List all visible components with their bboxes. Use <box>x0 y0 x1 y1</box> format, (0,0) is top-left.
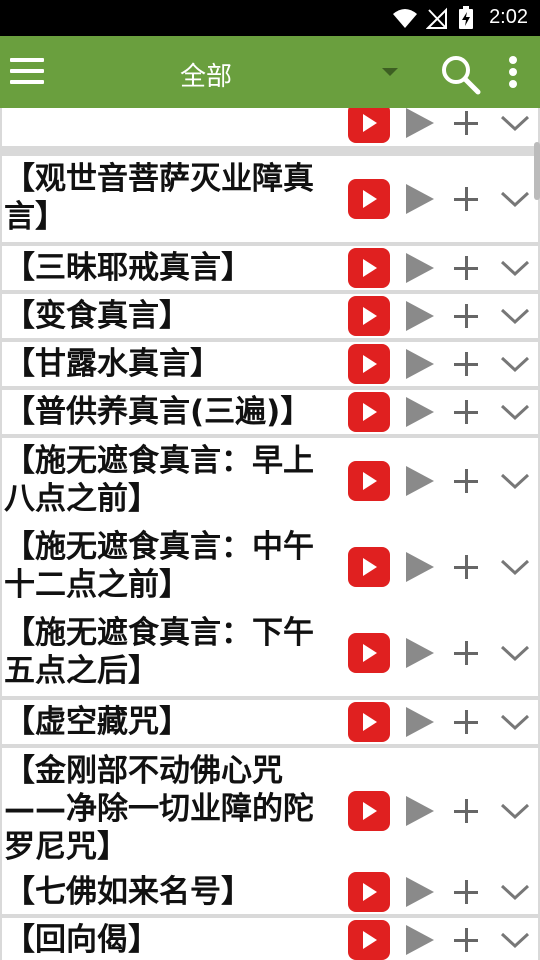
chevron-down-icon[interactable] <box>500 114 530 132</box>
youtube-play-icon[interactable] <box>348 344 390 384</box>
play-icon[interactable] <box>406 552 434 582</box>
play-icon[interactable] <box>406 108 434 138</box>
play-icon[interactable] <box>406 349 434 379</box>
play-icon[interactable] <box>406 638 434 668</box>
chevron-down-icon[interactable] <box>500 472 530 490</box>
chevron-down-icon[interactable] <box>500 190 530 208</box>
add-icon[interactable] <box>454 927 480 953</box>
add-icon[interactable] <box>454 110 480 136</box>
chevron-down-icon[interactable] <box>500 802 530 820</box>
status-bar: 2:02 <box>0 0 540 36</box>
play-icon[interactable] <box>406 707 434 737</box>
list-item[interactable]: 【七佛如来名号】 <box>2 870 538 914</box>
play-icon[interactable] <box>406 877 434 907</box>
list-item-label: 【施无遮食真言：中午十二点之前】 <box>4 529 314 603</box>
youtube-play-icon[interactable] <box>348 791 390 831</box>
play-icon[interactable] <box>406 184 434 214</box>
play-icon[interactable] <box>406 796 434 826</box>
chevron-down-icon[interactable] <box>500 355 530 373</box>
youtube-play-icon[interactable] <box>348 461 390 501</box>
list-item[interactable]: 【回向偈】 <box>2 918 538 960</box>
list-item-label: 【甘露水真言】 <box>4 346 221 382</box>
no-signal-icon <box>426 7 447 29</box>
youtube-play-icon[interactable] <box>348 702 390 742</box>
app-bar: 全部 <box>0 36 540 108</box>
list-item[interactable]: 【变食真言】 <box>2 294 538 338</box>
youtube-play-icon[interactable] <box>348 179 390 219</box>
play-icon[interactable] <box>406 466 434 496</box>
list-item[interactable]: 【金刚部不动佛心咒——净除一切业障的陀罗尼咒】 <box>2 748 538 874</box>
youtube-play-icon[interactable] <box>348 248 390 288</box>
scrollbar[interactable] <box>534 142 540 200</box>
add-icon[interactable] <box>454 351 480 377</box>
list-item[interactable]: 【普供养真言(三遍)】 <box>2 390 538 434</box>
list-item-label: 【七佛如来名号】 <box>4 874 252 910</box>
menu-icon[interactable] <box>10 58 44 86</box>
add-icon[interactable] <box>454 399 480 425</box>
category-dropdown[interactable]: 全部 <box>180 56 232 93</box>
add-icon[interactable] <box>454 303 480 329</box>
list-item[interactable]: 【三昧耶戒真言】 <box>2 246 538 290</box>
play-icon[interactable] <box>406 253 434 283</box>
list-item[interactable]: 【七佛灭罪真言】 <box>2 108 538 146</box>
add-icon[interactable] <box>454 640 480 666</box>
chant-list[interactable]: 【七佛灭罪真言】【观世音菩萨灭业障真言】【三昧耶戒真言】【变食真言】【甘露水真言… <box>0 108 540 960</box>
list-item-label: 【施无遮食真言：早上八点之前】 <box>4 443 314 517</box>
add-icon[interactable] <box>454 468 480 494</box>
search-icon[interactable] <box>438 52 482 96</box>
play-icon[interactable] <box>406 397 434 427</box>
chevron-down-icon[interactable] <box>500 558 530 576</box>
add-icon[interactable] <box>454 186 480 212</box>
chevron-down-icon[interactable] <box>500 307 530 325</box>
chevron-down-icon[interactable] <box>500 259 530 277</box>
list-item-label: 【虚空藏咒】 <box>4 704 190 740</box>
list-item-label: 【观世音菩萨灭业障真言】 <box>4 161 314 235</box>
add-icon[interactable] <box>454 255 480 281</box>
list-item[interactable]: 【甘露水真言】 <box>2 342 538 386</box>
chevron-down-icon[interactable] <box>500 644 530 662</box>
chevron-down-icon[interactable] <box>500 713 530 731</box>
add-icon[interactable] <box>454 554 480 580</box>
more-options-icon[interactable] <box>507 56 519 92</box>
youtube-play-icon[interactable] <box>348 392 390 432</box>
play-icon[interactable] <box>406 301 434 331</box>
chevron-down-icon[interactable] <box>500 883 530 901</box>
list-item-label: 【变食真言】 <box>4 298 190 334</box>
list-item[interactable]: 【施无遮食真言：早上八点之前】 <box>2 438 538 524</box>
list-item-label: 【回向偈】 <box>4 922 159 958</box>
wifi-icon <box>393 9 417 28</box>
youtube-play-icon[interactable] <box>348 296 390 336</box>
youtube-play-icon[interactable] <box>348 920 390 960</box>
youtube-play-icon[interactable] <box>348 547 390 587</box>
battery-charging-icon <box>459 6 473 29</box>
youtube-play-icon[interactable] <box>348 633 390 673</box>
play-icon[interactable] <box>406 925 434 955</box>
youtube-play-icon[interactable] <box>348 872 390 912</box>
add-icon[interactable] <box>454 709 480 735</box>
youtube-play-icon[interactable] <box>348 108 390 143</box>
chevron-down-icon[interactable] <box>500 403 530 421</box>
list-item[interactable]: 【观世音菩萨灭业障真言】 <box>2 156 538 242</box>
list-item[interactable]: 【施无遮食真言：下午五点之后】 <box>2 610 538 696</box>
list-item[interactable]: 【施无遮食真言：中午十二点之前】 <box>2 524 538 610</box>
list-item[interactable]: 【虚空藏咒】 <box>2 700 538 744</box>
list-item-label: 【施无遮食真言：下午五点之后】 <box>4 615 314 689</box>
list-item-label: 【金刚部不动佛心咒——净除一切业障的陀罗尼咒】 <box>4 753 314 865</box>
dropdown-arrow-icon[interactable] <box>382 68 398 76</box>
clock: 2:02 <box>489 6 528 28</box>
list-item-label: 【普供养真言(三遍)】 <box>4 394 312 430</box>
chevron-down-icon[interactable] <box>500 931 530 949</box>
add-icon[interactable] <box>454 798 480 824</box>
add-icon[interactable] <box>454 879 480 905</box>
list-item-label: 【三昧耶戒真言】 <box>4 250 252 286</box>
